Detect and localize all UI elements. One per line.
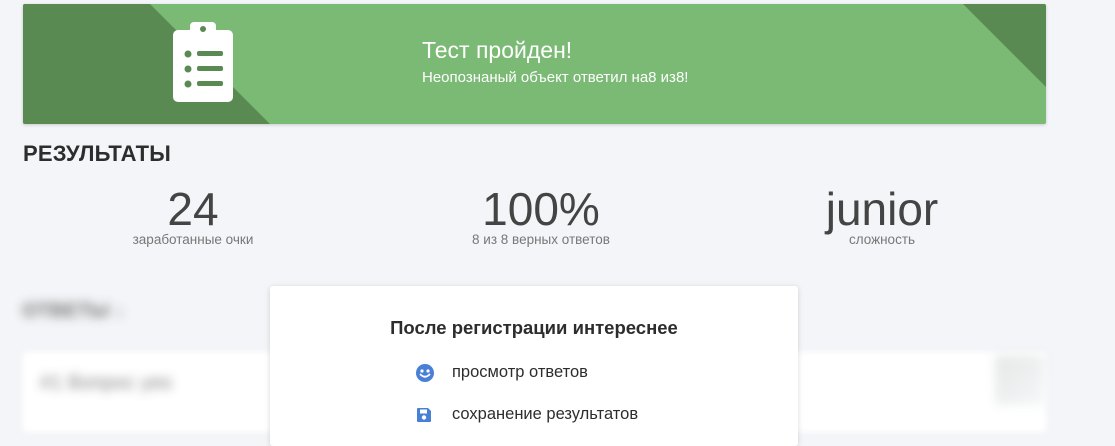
feature-label: просмотр ответов bbox=[452, 363, 588, 381]
smile-icon bbox=[416, 363, 434, 382]
clipboard-list-icon bbox=[173, 22, 233, 102]
results-heading: РЕЗУЛЬТАТЫ bbox=[23, 141, 171, 166]
banner-subtitle: Неопознаный объект ответил на8 из8! bbox=[422, 69, 689, 86]
stat-difficulty: junior сложность bbox=[752, 182, 1012, 247]
register-promo-card: После регистрации интереснее просмотр от… bbox=[270, 286, 798, 446]
stat-difficulty-value: junior bbox=[825, 183, 939, 235]
feature-label: сохранение результатов bbox=[452, 405, 639, 423]
stat-accuracy-value: 100% bbox=[482, 183, 600, 235]
answer-corner bbox=[995, 355, 1045, 405]
stat-accuracy: 100% 8 из 8 верных ответов bbox=[411, 182, 671, 247]
stat-difficulty-label: сложность bbox=[848, 232, 916, 247]
feature-save-results: сохранение результатов bbox=[416, 405, 638, 424]
floppy-disk-icon bbox=[417, 407, 431, 422]
stat-score-value: 24 bbox=[167, 183, 219, 235]
stat-accuracy-label: 8 из 8 верных ответов bbox=[472, 232, 610, 247]
success-banner: Тест пройден! Неопознаный объект ответил… bbox=[23, 4, 1046, 124]
promo-title: После регистрации интереснее bbox=[390, 317, 678, 338]
stat-score: 24 заработанные очки bbox=[63, 182, 323, 247]
banner-title: Тест пройден! bbox=[422, 37, 573, 63]
answers-heading: ОТВЕТЫ ↓ bbox=[22, 300, 125, 322]
stat-score-label: заработанные очки bbox=[132, 232, 254, 247]
feature-view-answers: просмотр ответов bbox=[416, 363, 588, 382]
answer-item: #1 Вопрос yes bbox=[40, 372, 173, 394]
